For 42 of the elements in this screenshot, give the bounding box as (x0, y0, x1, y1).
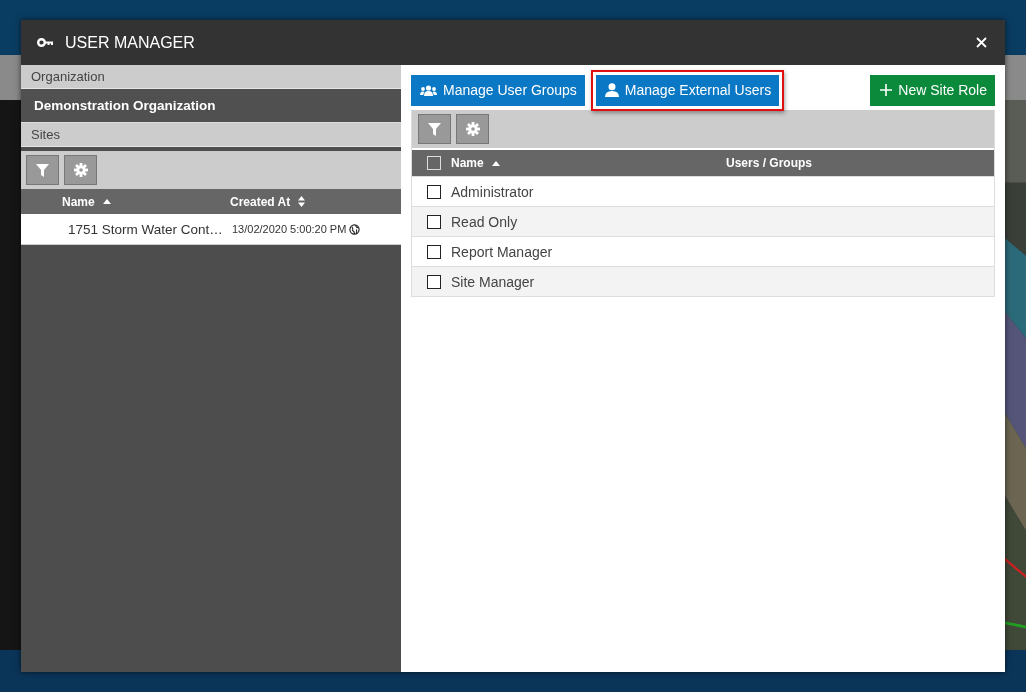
section-label: Organization (21, 65, 401, 89)
column-header[interactable]: Created At (230, 194, 306, 209)
close-icon (976, 37, 987, 48)
settings-icon (465, 122, 480, 136)
sort-ascending-icon (102, 199, 111, 204)
settings-button[interactable] (64, 155, 97, 185)
filter-icon (428, 122, 441, 136)
users-icon (420, 84, 437, 96)
column-header[interactable]: Users / Groups (726, 156, 813, 170)
sort-ascending-icon (491, 160, 500, 166)
sort-icon (298, 196, 306, 207)
role-row[interactable]: Read Only (412, 206, 994, 236)
manage-groups-button[interactable]: Manage User Groups (411, 74, 585, 106)
created-date: 13/02/2020 5:00:20 PM (232, 223, 347, 235)
role-name: Report Manager (451, 243, 553, 260)
close-button[interactable] (974, 35, 989, 50)
globe-icon (349, 223, 361, 235)
checkbox[interactable] (427, 184, 441, 199)
filter-button[interactable] (26, 155, 59, 185)
filter-icon (36, 163, 49, 177)
settings-button[interactable] (456, 114, 489, 144)
select-all-checkbox[interactable] (427, 156, 441, 170)
key-icon (37, 38, 53, 47)
checkbox[interactable] (427, 214, 441, 229)
role-row[interactable]: Site Manager (412, 266, 994, 296)
window-title: USER MANAGER (65, 33, 196, 52)
site-row[interactable]: 1751 Storm Water Cont… 13/02/2020 5:00:20 PM (21, 214, 401, 245)
checkbox[interactable] (427, 244, 441, 259)
column-header[interactable]: Name (62, 194, 230, 209)
plus-icon (880, 84, 893, 96)
role-name: Administrator (451, 183, 534, 200)
user-icon (604, 83, 619, 97)
site-name: 1751 Storm Water Cont… (68, 221, 224, 237)
filter-button[interactable] (418, 114, 451, 144)
role-name: Site Manager (451, 273, 535, 290)
manage-users-button[interactable]: Manage External Users (595, 74, 780, 106)
role-name: Read Only (451, 213, 518, 230)
checkbox[interactable] (427, 274, 441, 289)
new-site-role-button[interactable]: New Site Role (870, 74, 995, 106)
section-label: Sites (21, 123, 401, 147)
settings-icon (73, 163, 88, 177)
column-header[interactable]: Name (451, 156, 726, 170)
